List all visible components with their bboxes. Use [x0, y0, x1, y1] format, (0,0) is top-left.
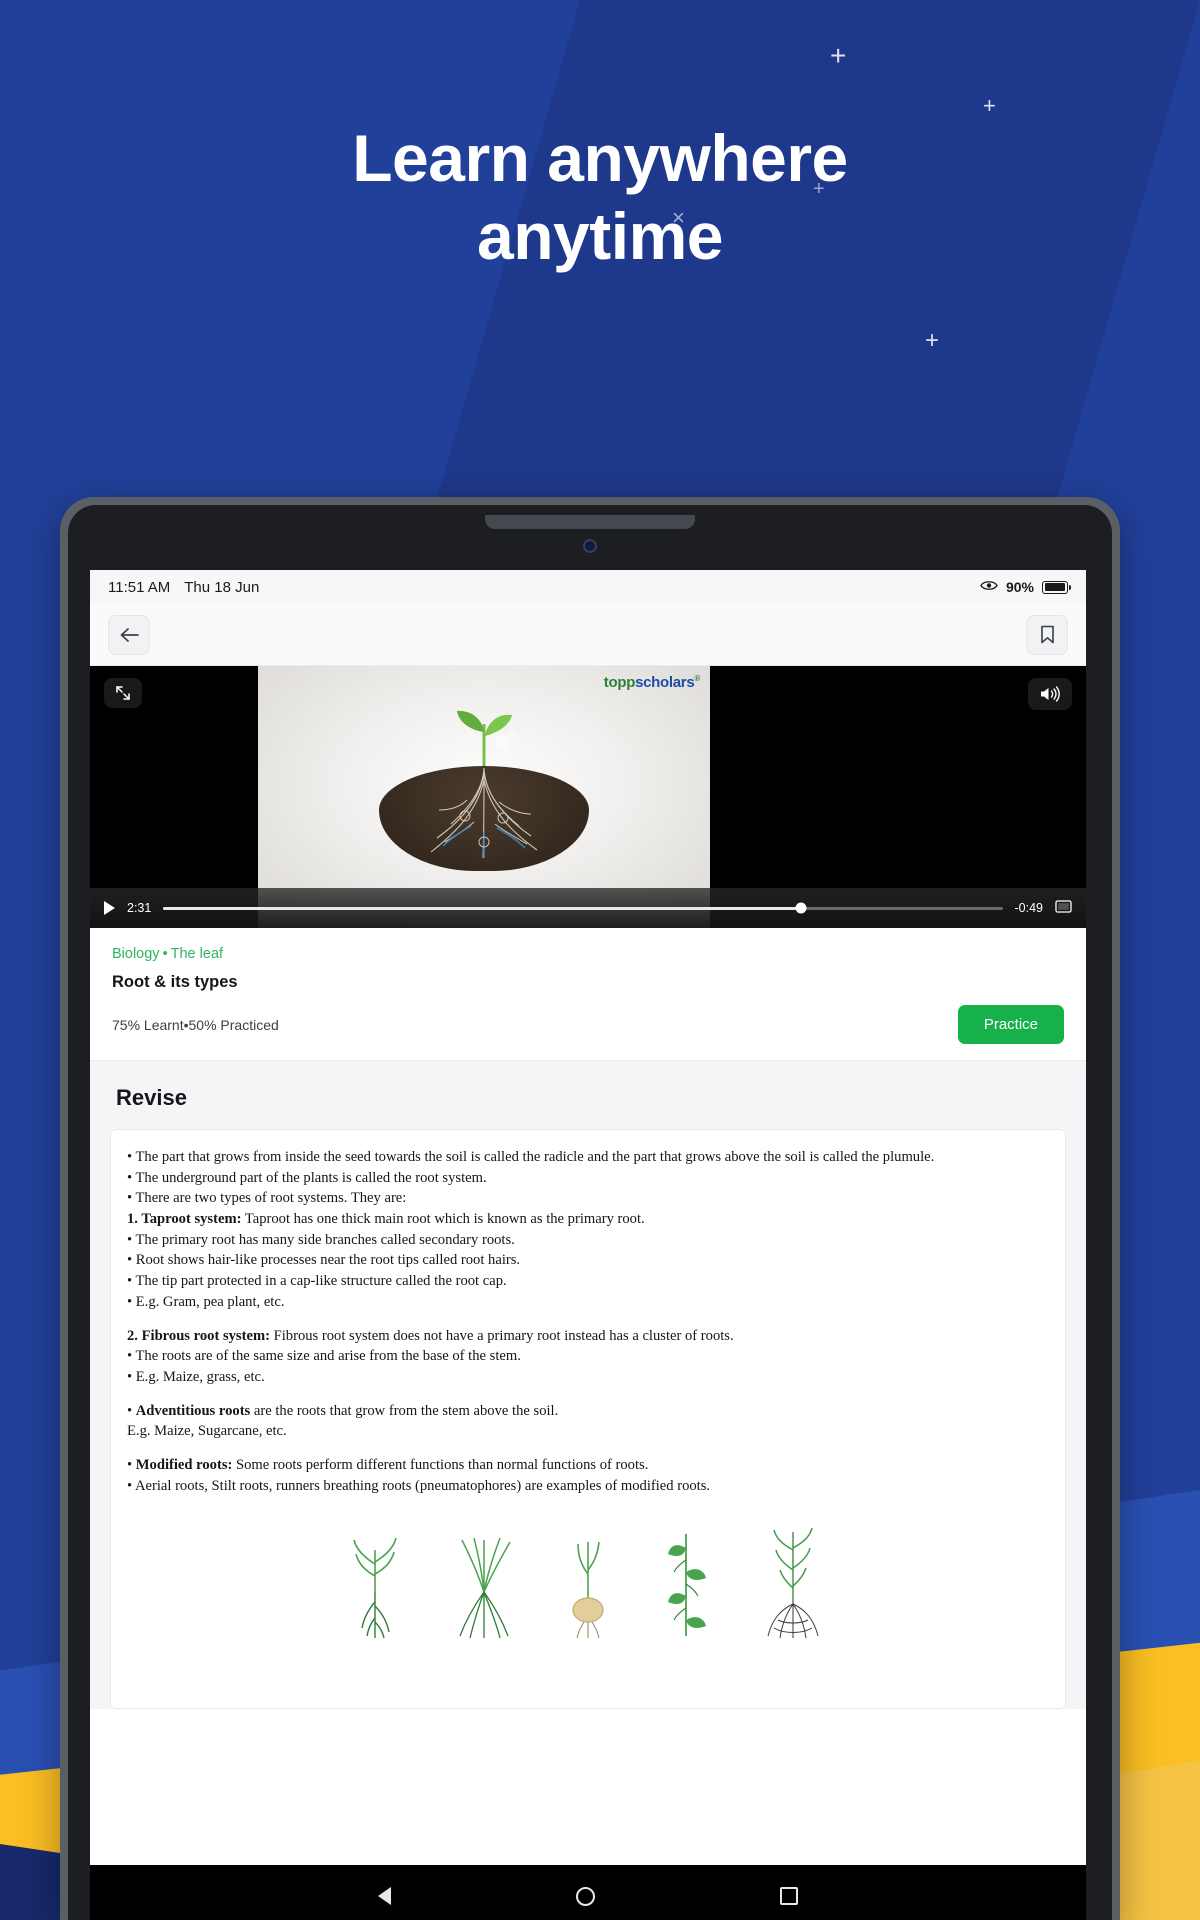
practiced-stat: 50% Practiced: [188, 1016, 279, 1033]
revise-heading: Revise: [116, 1085, 187, 1110]
bulb-root-illustration: [558, 1534, 618, 1651]
status-bar: 11:51 AM Thu 18 Jun 90%: [90, 570, 1086, 604]
notes-line: E.g. Maize, Sugarcane, etc.: [127, 1423, 287, 1440]
modified-root-illustration: [750, 1524, 836, 1651]
notes-line: • Root shows hair-like processes near th…: [127, 1252, 521, 1269]
notes-line: • The part that grows from inside the se…: [127, 1149, 935, 1165]
headline-line-2: anytime: [477, 198, 723, 273]
breadcrumb: Biology • The leaf: [112, 946, 1064, 962]
notes-line: • Aerial roots, Stilt roots, runners bre…: [127, 1477, 711, 1494]
nav-recents-button[interactable]: [780, 1887, 798, 1905]
notes-line-bold: 1. Taproot system:: [127, 1211, 242, 1228]
notes-line-bold: 2. Fibrous root system:: [127, 1327, 270, 1344]
brand-watermark: toppscholars®: [604, 674, 700, 691]
plus-mark-icon: +: [925, 327, 940, 354]
nav-home-button[interactable]: [576, 1886, 595, 1906]
promo-headline: Learn anywhere anytime: [0, 120, 1200, 276]
fibrous-root-plant-illustration: [444, 1534, 524, 1651]
cast-icon[interactable]: [1055, 899, 1072, 917]
back-button[interactable]: [108, 614, 150, 655]
lesson-progress-row: 75% Learnt • 50% Practiced Practice: [112, 1005, 1064, 1044]
notes-line: • The underground part of the plants is …: [127, 1169, 487, 1186]
notes-line: 1. Taproot system: Taproot has one thick…: [127, 1211, 645, 1228]
nav-back-button[interactable]: [378, 1887, 391, 1905]
breadcrumb-chapter[interactable]: The leaf: [171, 946, 223, 962]
breadcrumb-subject[interactable]: Biology: [112, 946, 160, 962]
taproot-plant-illustration: [340, 1534, 410, 1651]
notes-line: • The tip part protected in a cap-like s…: [127, 1273, 507, 1290]
app-bar: [90, 604, 1086, 666]
root-types-illustrations: [127, 1527, 1049, 1651]
lesson-title: Root & its types: [112, 973, 238, 991]
video-player[interactable]: toppscholars® 2:31 -0:49: [90, 666, 1086, 928]
revise-section: Revise • The part that grows from inside…: [90, 1061, 1086, 1709]
status-date: Thu 18 Jun: [184, 578, 260, 596]
plus-mark-icon: +: [830, 40, 847, 71]
revise-notes-card: • The part that grows from inside the se…: [110, 1129, 1066, 1709]
brand-registered-mark: ®: [694, 674, 700, 683]
current-time-label: 2:31: [127, 901, 152, 915]
battery-percent-label: 90%: [1005, 579, 1034, 595]
plus-mark-icon: +: [983, 93, 996, 118]
notes-line: • The primary root has many side branche…: [127, 1231, 515, 1248]
android-navigation-bar: [90, 1865, 1086, 1920]
lesson-header: Biology • The leaf Root & its types 75% Le…: [90, 928, 1086, 1061]
eye-comfort-icon: [980, 579, 998, 595]
notes-line: • E.g. Gram, pea plant, etc.: [127, 1293, 285, 1310]
notes-line: • There are two types of root systems. T…: [127, 1190, 407, 1207]
breadcrumb-separator: •: [162, 946, 168, 962]
remaining-time-label: -0:49: [1014, 901, 1044, 915]
notes-line: 2. Fibrous root system: Fibrous root sys…: [127, 1327, 734, 1344]
notes-paragraph-gap: [127, 1389, 1049, 1402]
notes-line: • The roots are of the same size and ari…: [127, 1348, 521, 1365]
fullscreen-button[interactable]: [104, 678, 142, 708]
soil-mound-illustration: [379, 766, 589, 871]
notes-line-bold: Modified roots:: [135, 1456, 233, 1473]
tablet-bezel: 11:51 AM Thu 18 Jun 90% toppscholars® 2:…: [68, 505, 1112, 1920]
headline-line-1: Learn anywhere: [352, 121, 848, 195]
notes-line: • Modified roots: Some roots perform dif…: [127, 1456, 649, 1473]
volume-button[interactable]: [1028, 678, 1072, 710]
play-button[interactable]: [104, 901, 115, 915]
tablet-device-frame: 11:51 AM Thu 18 Jun 90% toppscholars® 2:…: [60, 497, 1120, 1920]
video-controls[interactable]: 2:31 -0:49: [90, 888, 1086, 928]
seek-handle[interactable]: [795, 902, 807, 914]
brand-part-2: scholars: [635, 674, 695, 691]
brand-part-1: topp: [603, 674, 636, 691]
tablet-screen: 11:51 AM Thu 18 Jun 90% toppscholars® 2:…: [90, 570, 1086, 1920]
learnt-stat: 75% Learnt: [112, 1016, 184, 1033]
notes-line: • E.g. Maize, grass, etc.: [127, 1368, 265, 1385]
adventitious-root-illustration: [652, 1524, 716, 1651]
battery-icon: [1042, 580, 1071, 594]
notes-paragraph-gap: [127, 1443, 1049, 1456]
seek-bar[interactable]: [163, 902, 1003, 914]
bookmark-button[interactable]: [1026, 614, 1068, 655]
status-time: 11:51 AM: [108, 578, 171, 596]
notes-paragraph-gap: [127, 1314, 1049, 1327]
notes-line-bold: Adventitious roots: [135, 1402, 251, 1419]
notes-line: • Adventitious roots are the roots that …: [127, 1402, 559, 1419]
seek-progress: [163, 906, 802, 910]
practice-button[interactable]: Practice: [957, 1005, 1064, 1044]
front-camera-icon: [583, 539, 597, 553]
tablet-speaker-notch: [485, 515, 695, 529]
